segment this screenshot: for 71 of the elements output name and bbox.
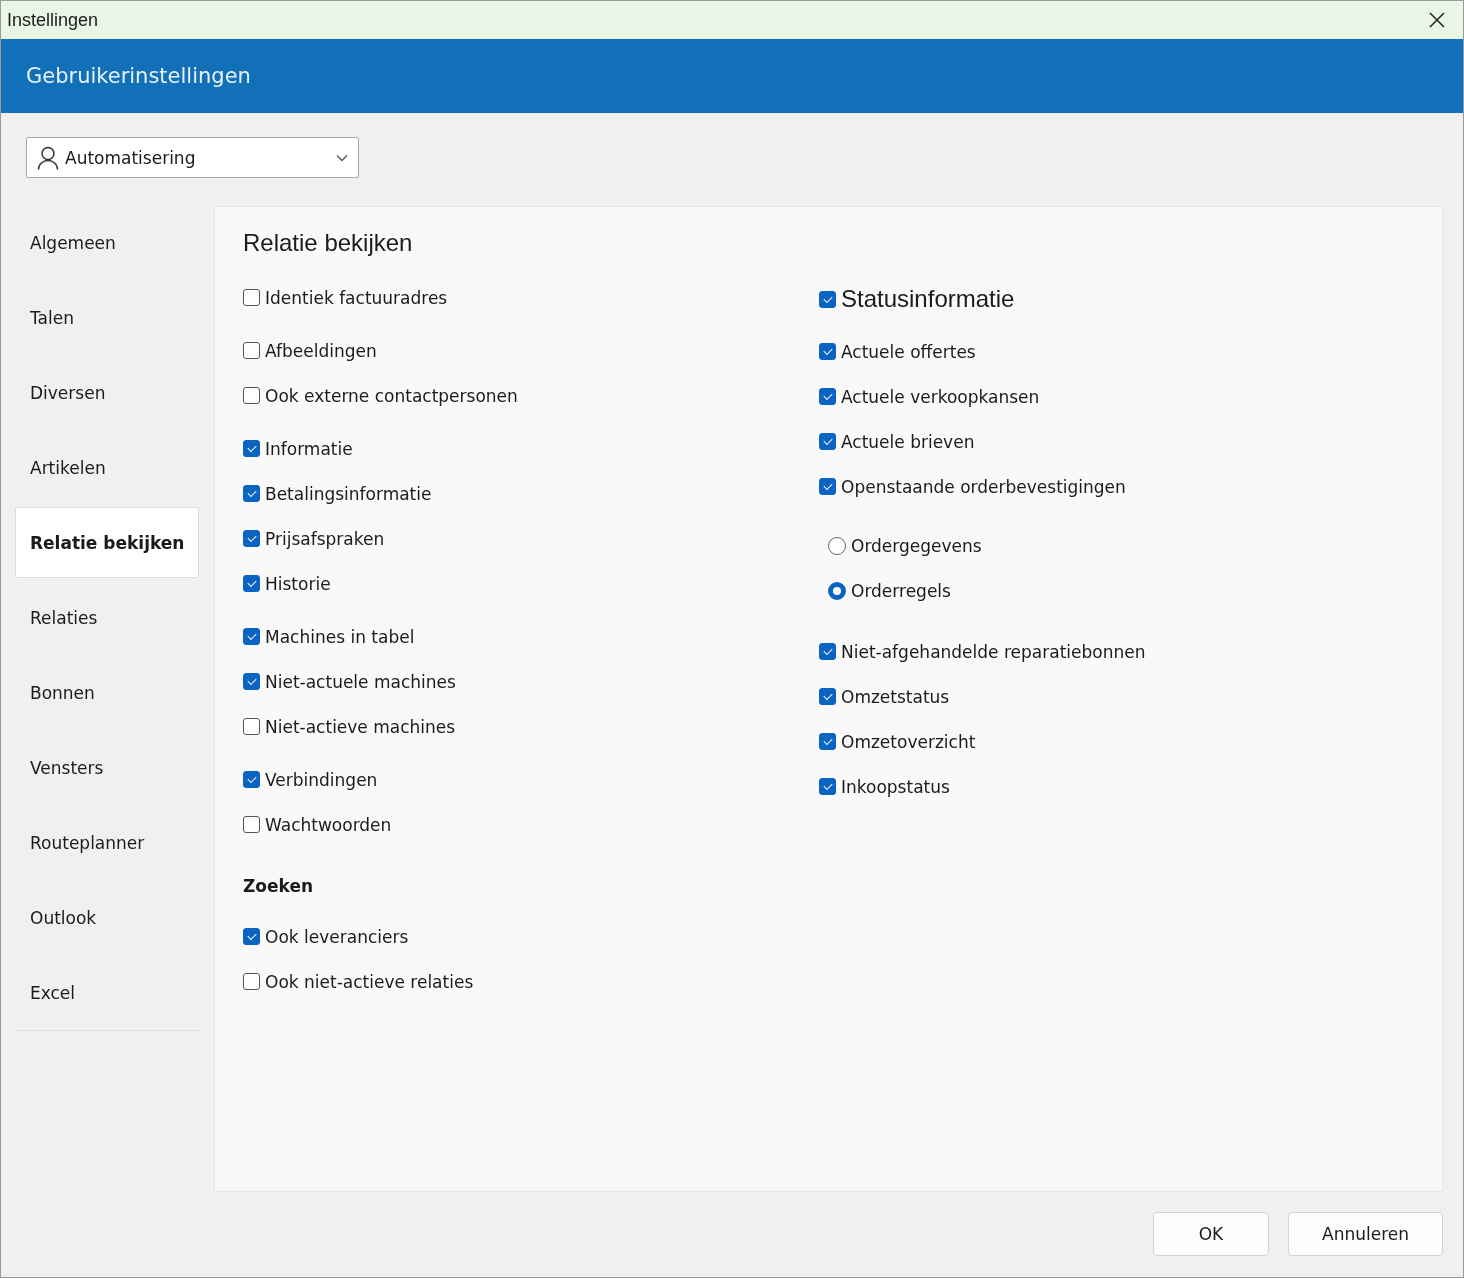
checkbox-option[interactable]: Machines in tabel bbox=[243, 614, 819, 659]
radio-button[interactable] bbox=[828, 581, 846, 600]
checkbox[interactable] bbox=[819, 778, 836, 795]
radio-button[interactable] bbox=[828, 536, 846, 555]
checkbox[interactable] bbox=[243, 485, 260, 502]
person-icon bbox=[37, 145, 59, 170]
checkbox[interactable] bbox=[243, 928, 260, 945]
checkbox-option[interactable]: Historie bbox=[243, 561, 819, 606]
checkbox[interactable] bbox=[243, 628, 260, 645]
radio-option[interactable]: Ordergegevens bbox=[828, 523, 1146, 568]
checkbox-option[interactable]: Identiek factuuradres bbox=[243, 275, 819, 320]
dialog-button[interactable]: Annuleren bbox=[1288, 1212, 1443, 1256]
checkbox[interactable] bbox=[243, 530, 260, 547]
checkbox-option[interactable]: Ook externe contactpersonen bbox=[243, 373, 819, 418]
window-title: Instellingen bbox=[7, 9, 99, 31]
chevron-down-icon bbox=[336, 153, 348, 162]
checkbox-option[interactable]: Niet-actieve machines bbox=[243, 704, 819, 749]
checkbox-option[interactable]: Informatie bbox=[243, 426, 819, 471]
checkbox[interactable] bbox=[819, 733, 836, 750]
checkbox[interactable] bbox=[243, 673, 260, 690]
sidebar-item[interactable]: Excel bbox=[15, 957, 199, 1028]
sidebar-item[interactable]: Talen bbox=[15, 282, 199, 353]
checkbox[interactable] bbox=[243, 771, 260, 788]
checkbox[interactable] bbox=[243, 973, 260, 990]
checkbox-option[interactable]: Actuele brieven bbox=[819, 419, 1146, 464]
sidebar-item[interactable]: Routeplanner bbox=[15, 807, 199, 878]
checkbox[interactable] bbox=[243, 718, 260, 735]
checkbox[interactable] bbox=[819, 643, 836, 660]
checkbox[interactable] bbox=[243, 342, 260, 359]
checkbox[interactable] bbox=[819, 388, 836, 405]
checkbox-option[interactable]: Ook leveranciers bbox=[243, 914, 819, 959]
checkbox-option[interactable]: Prijsafspraken bbox=[243, 516, 819, 561]
checkbox-option[interactable]: Verbindingen bbox=[243, 757, 819, 802]
checkbox-option[interactable]: Omzetstatus bbox=[819, 674, 1146, 719]
checkbox-option[interactable]: Omzetoverzicht bbox=[819, 719, 1146, 764]
sidebar-item[interactable]: Bonnen bbox=[15, 657, 199, 728]
sidebar-item[interactable]: Artikelen bbox=[15, 432, 199, 503]
checkbox-option[interactable]: Niet-afgehandelde reparatiebonnen bbox=[819, 629, 1146, 674]
checkbox[interactable] bbox=[243, 575, 260, 592]
sidebar-item[interactable]: Vensters bbox=[15, 732, 199, 803]
checkbox[interactable] bbox=[243, 289, 260, 306]
checkbox[interactable] bbox=[819, 290, 836, 308]
checkbox[interactable] bbox=[243, 816, 260, 833]
sidebar-item[interactable]: Diversen bbox=[15, 357, 199, 428]
radio-option[interactable]: Orderregels bbox=[828, 568, 1146, 613]
checkbox[interactable] bbox=[243, 387, 260, 404]
checkbox-option[interactable]: Inkoopstatus bbox=[819, 764, 1146, 809]
panel-title: Relatie bekijken bbox=[243, 229, 414, 257]
checkbox[interactable] bbox=[819, 688, 836, 705]
checkbox-option[interactable]: Openstaande orderbevestigingen bbox=[819, 464, 1146, 509]
checkbox-option[interactable]: Betalingsinformatie bbox=[243, 471, 819, 516]
user-dropdown[interactable]: Automatisering bbox=[26, 137, 359, 178]
checkbox[interactable] bbox=[819, 433, 836, 450]
checkbox-option[interactable]: Afbeeldingen bbox=[243, 328, 819, 373]
sidebar-item[interactable]: Algemeen bbox=[15, 207, 199, 278]
close-icon[interactable] bbox=[1429, 12, 1445, 28]
checkbox[interactable] bbox=[819, 343, 836, 360]
checkbox[interactable] bbox=[819, 478, 836, 495]
checkbox-option[interactable]: Actuele verkoopkansen bbox=[819, 374, 1146, 419]
checkbox-option[interactable]: Actuele offertes bbox=[819, 329, 1146, 374]
header-title: Gebruikerinstellingen bbox=[26, 64, 251, 88]
checkbox[interactable] bbox=[243, 440, 260, 457]
dialog-button[interactable]: OK bbox=[1153, 1212, 1269, 1256]
section-heading: Zoeken bbox=[243, 874, 315, 898]
checkbox-option[interactable]: Wachtwoorden bbox=[243, 802, 819, 847]
checkbox-option[interactable]: Statusinformatie bbox=[819, 275, 1146, 323]
sidebar-item[interactable]: Relaties bbox=[15, 582, 199, 653]
checkbox-option[interactable]: Ook niet-actieve relaties bbox=[243, 959, 819, 1004]
sidebar-item[interactable]: Relatie bekijken bbox=[15, 507, 199, 578]
checkbox-option[interactable]: Niet-actuele machines bbox=[243, 659, 819, 704]
sidebar-item[interactable]: Outlook bbox=[15, 882, 199, 953]
